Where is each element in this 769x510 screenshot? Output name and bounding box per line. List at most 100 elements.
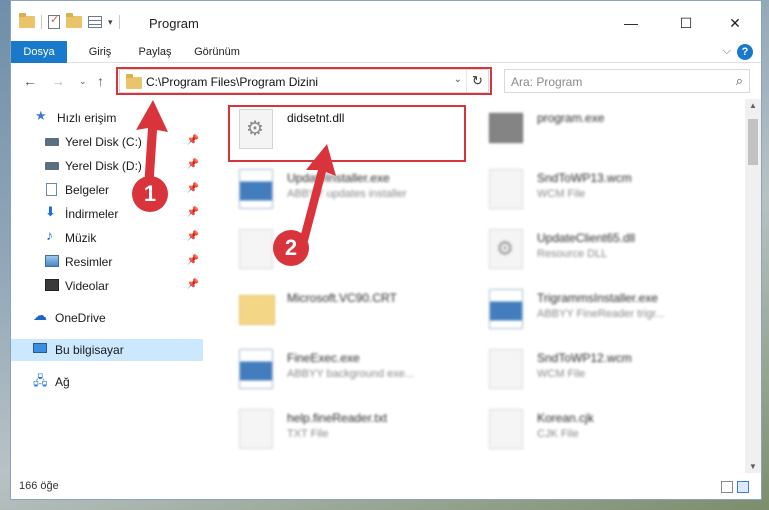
tab-view[interactable]: Görünüm — [185, 41, 249, 63]
file-name: Korean.cjk — [537, 411, 594, 425]
vertical-scrollbar[interactable]: ▲ ▼ — [745, 99, 761, 473]
file-icon — [239, 229, 273, 269]
file-item[interactable]: UpdateClient65.dll Resource DLL — [475, 223, 715, 277]
navigation-pane: ★ Hızlı erişim Yerel Disk (C:) 📌 Yerel D… — [11, 99, 203, 459]
help-icon[interactable]: ? — [737, 44, 753, 60]
sidebar-item-local-disk-c[interactable]: Yerel Disk (C:) 📌 — [11, 131, 203, 153]
scrollbar-thumb[interactable] — [748, 119, 758, 165]
file-type: Resource DLL — [537, 248, 608, 260]
file-highlight — [228, 105, 466, 162]
file-name: program.exe — [537, 111, 605, 125]
toolbar-separator — [118, 15, 120, 29]
file-name: FineExec.exe — [287, 351, 360, 365]
up-arrow-icon[interactable]: ↑ — [97, 73, 104, 89]
exe-icon — [239, 349, 273, 389]
sidebar-item-quick-access[interactable]: ★ Hızlı erişim — [11, 107, 203, 129]
computer-icon — [33, 343, 47, 353]
network-icon: 🖧 — [33, 373, 48, 388]
sidebar-item-label: Resimler — [65, 255, 113, 269]
properties-icon[interactable] — [48, 13, 60, 29]
file-item[interactable]: SndToWP13.wcm WCM File — [475, 163, 715, 217]
sidebar-item-downloads[interactable]: ⬇ İndirmeler 📌 — [11, 203, 203, 225]
sidebar-item-label: Belgeler — [65, 183, 110, 197]
sidebar-item-network[interactable]: 🖧 Ağ — [11, 371, 203, 393]
file-item[interactable]: program.exe — [475, 103, 715, 157]
sidebar-item-label: Hızlı erişim — [57, 111, 117, 125]
toolbar-separator — [41, 15, 42, 29]
customize-toolbar-chevron-icon[interactable]: ▾ — [108, 17, 113, 28]
view-options-icon[interactable] — [88, 16, 102, 28]
drive-icon — [45, 162, 59, 170]
sidebar-item-label: Müzik — [65, 231, 97, 245]
folder-icon — [239, 295, 275, 325]
step-2-badge: 2 — [273, 230, 309, 266]
file-name: UpdateInstaller.exe — [287, 171, 390, 185]
sidebar-item-pictures[interactable]: Resimler 📌 — [11, 251, 203, 273]
pin-icon[interactable]: 📌 — [187, 255, 199, 266]
back-arrow-icon[interactable]: ← — [23, 73, 37, 89]
search-input[interactable]: Ara: Program ⌕ — [504, 69, 750, 93]
file-item[interactable] — [225, 223, 465, 277]
details-view-icon[interactable] — [721, 481, 733, 493]
close-button[interactable]: ✕ — [713, 9, 757, 37]
file-icon — [239, 409, 273, 449]
file-type: WCM File — [537, 188, 586, 200]
scroll-up-icon[interactable]: ▲ — [745, 101, 761, 110]
sidebar-item-label: Yerel Disk (C:) — [65, 135, 142, 149]
sidebar-item-videos[interactable]: Videolar 📌 — [11, 275, 203, 297]
folder-icon — [19, 13, 35, 28]
recent-locations-chevron-icon[interactable]: ⌄ — [79, 76, 87, 87]
sidebar-item-documents[interactable]: Belgeler 📌 — [11, 179, 203, 201]
sidebar-item-label: Yerel Disk (D:) — [65, 159, 142, 173]
pin-icon[interactable]: 📌 — [187, 183, 199, 194]
file-icon — [489, 169, 523, 209]
sidebar-item-this-pc[interactable]: Bu bilgisayar — [11, 339, 203, 361]
file-item[interactable]: Microsoft.VC90.CRT — [225, 283, 465, 337]
sidebar-item-label: Bu bilgisayar — [55, 343, 124, 357]
address-bar-highlight — [116, 67, 492, 95]
pin-icon[interactable]: 📌 — [187, 207, 199, 218]
window-title: Program — [149, 16, 199, 31]
pin-icon[interactable]: 📌 — [187, 231, 199, 242]
pin-icon[interactable]: 📌 — [187, 279, 199, 290]
tab-file[interactable]: Dosya — [11, 41, 67, 63]
pin-icon[interactable]: 📌 — [187, 159, 199, 170]
file-name: UpdateClient65.dll — [537, 231, 636, 245]
file-icon — [489, 409, 523, 449]
file-item[interactable]: FineExec.exe ABBYY background exe... — [225, 343, 465, 397]
star-icon: ★ — [35, 108, 47, 123]
sidebar-item-onedrive[interactable]: ☁ OneDrive — [11, 307, 203, 329]
file-type: WCM File — [537, 368, 586, 380]
file-item[interactable]: UpdateInstaller.exe ABBYY updates instal… — [225, 163, 465, 217]
expand-ribbon-chevron-icon[interactable]: ⌵ — [723, 45, 731, 58]
file-type: CJK File — [537, 428, 579, 440]
file-type: ABBYY updates installer — [287, 188, 407, 200]
sidebar-item-music[interactable]: ♪ Müzik 📌 — [11, 227, 203, 249]
file-item[interactable]: TrigrammsInstaller.exe ABBYY FineReader … — [475, 283, 715, 337]
music-icon: ♪ — [46, 227, 53, 243]
scroll-down-icon[interactable]: ▼ — [745, 462, 761, 471]
search-icon[interactable]: ⌕ — [736, 73, 743, 89]
sidebar-item-label: İndirmeler — [65, 207, 119, 221]
file-item[interactable]: SndToWP12.wcm WCM File — [475, 343, 715, 397]
minimize-button[interactable]: — — [609, 9, 653, 37]
file-type: ABBYY background exe... — [287, 368, 414, 380]
file-name: help.fineReader.txt — [287, 411, 388, 425]
maximize-button[interactable]: ☐ — [664, 9, 708, 37]
view-switcher — [721, 481, 749, 493]
large-icons-view-icon[interactable] — [737, 481, 749, 493]
file-item[interactable]: Korean.cjk CJK File — [475, 403, 715, 457]
new-folder-icon[interactable] — [66, 13, 82, 28]
file-item[interactable]: help.fineReader.txt TXT File — [225, 403, 465, 457]
dll-file-icon — [489, 229, 523, 269]
pin-icon[interactable]: 📌 — [187, 135, 199, 146]
documents-icon — [46, 183, 57, 196]
drive-icon — [45, 138, 59, 146]
file-name: SndToWP12.wcm — [537, 351, 632, 365]
tab-home[interactable]: Giriş — [75, 41, 125, 63]
forward-arrow-icon[interactable]: → — [51, 73, 65, 89]
sidebar-item-local-disk-d[interactable]: Yerel Disk (D:) 📌 — [11, 155, 203, 177]
file-name: Microsoft.VC90.CRT — [287, 291, 397, 305]
tab-share[interactable]: Paylaş — [127, 41, 183, 63]
status-bar: 166 öğe — [11, 475, 761, 499]
